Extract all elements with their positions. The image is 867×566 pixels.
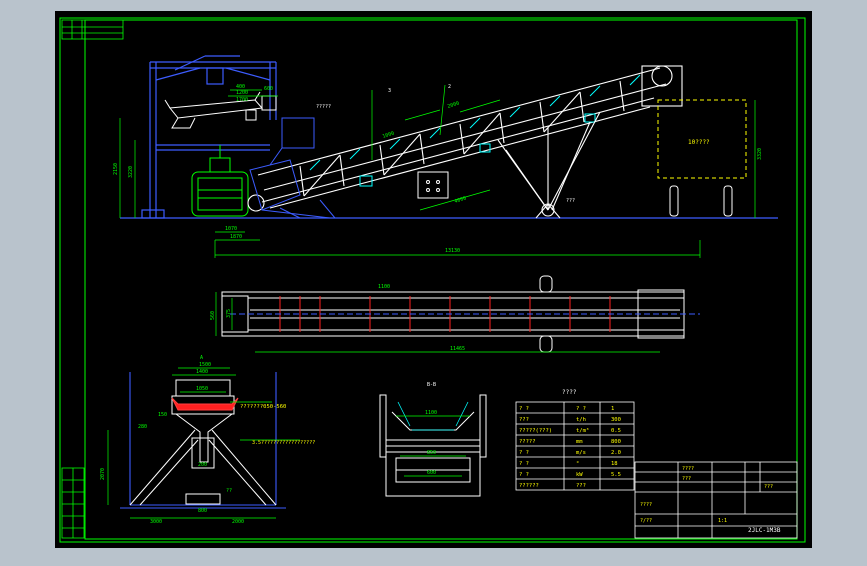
svg-text:1100: 1100 — [425, 410, 437, 416]
svg-text:1070: 1070 — [225, 226, 237, 232]
svg-text:1200: 1200 — [236, 90, 248, 96]
cad-viewport[interactable]: 10???? 13130 1870 1070 2150 3220 3320 12… — [0, 0, 867, 562]
spec-table-title: ???? — [562, 389, 577, 396]
svg-text:11465: 11465 — [450, 346, 465, 352]
svg-text:2: 2 — [448, 84, 451, 90]
drawing-sheet — [55, 11, 812, 548]
drawing-number: 2JLC-1M3B — [748, 527, 781, 534]
svg-text:400: 400 — [236, 84, 245, 90]
svg-text:1870: 1870 — [230, 234, 242, 240]
spec-table-cell: 0.5 — [611, 428, 621, 434]
svg-text:800: 800 — [198, 508, 207, 514]
svg-text:????: ???? — [640, 502, 652, 508]
spec-table-cell: ????? — [519, 439, 536, 445]
spec-table-cell: ??? — [576, 483, 586, 489]
svg-text:200: 200 — [198, 462, 207, 468]
svg-text:1400: 1400 — [196, 369, 208, 375]
svg-text:1:1: 1:1 — [718, 518, 727, 524]
conveyor-drawing: 10???? 13130 1870 1070 2150 3220 3320 12… — [55, 11, 812, 548]
box-note: 10???? — [688, 139, 710, 146]
spec-table-cell: ?????? — [519, 483, 539, 489]
svg-text:1700: 1700 — [236, 97, 248, 103]
svg-text:600: 600 — [427, 470, 436, 476]
spec-table-cell: kW — [576, 472, 583, 478]
svg-text:1500: 1500 — [199, 362, 211, 368]
svg-text:?????: ????? — [316, 104, 331, 110]
svg-text:2070: 2070 — [100, 468, 106, 480]
svg-text:A: A — [200, 355, 203, 361]
svg-text:375: 375 — [226, 309, 232, 318]
svg-text:2000: 2000 — [232, 519, 244, 525]
spec-table-cell: 800 — [611, 439, 621, 445]
svg-text:560: 560 — [210, 311, 216, 320]
svg-text:3000: 3000 — [150, 519, 162, 525]
svg-text:3: 3 — [388, 88, 391, 94]
spec-table-cell: m/s — [576, 450, 586, 456]
svg-text:1050: 1050 — [196, 386, 208, 392]
spec-table-cell: ? ? — [519, 450, 529, 456]
svg-text:????: ???? — [682, 466, 694, 472]
svg-text:150: 150 — [158, 412, 167, 418]
svg-text:600: 600 — [264, 86, 273, 92]
spec-table-cell: t/m³ — [576, 427, 589, 434]
spec-table-cell: 1 — [611, 406, 614, 412]
spec-table-cell: 18 — [611, 461, 618, 467]
svg-text:???: ??? — [764, 484, 773, 490]
spec-table-cell: mm — [576, 439, 583, 445]
svg-text:???: ??? — [682, 476, 691, 482]
svg-text:1100: 1100 — [378, 284, 390, 290]
svg-text:3320: 3320 — [757, 148, 763, 160]
svg-text:2150: 2150 — [113, 163, 119, 175]
spec-table-cell: ?????(???) — [519, 428, 552, 434]
svg-text:13130: 13130 — [445, 248, 460, 254]
spec-table-cell: ? ? — [519, 472, 529, 478]
spec-table-cell: ? ? — [519, 461, 529, 467]
spec-table-cell: ??? — [519, 417, 529, 423]
spec-table-cell: ? ? — [576, 406, 586, 412]
spec-table-cell: t/h — [576, 417, 586, 423]
spec-table-cell: 2.0 — [611, 450, 621, 456]
svg-text:?/??: ?/?? — [640, 518, 652, 524]
section-a-note-1: ???????050-560 — [240, 404, 286, 410]
spec-table-cell: ? ? — [519, 406, 529, 412]
svg-text:850: 850 — [427, 450, 436, 456]
svg-text:3220: 3220 — [128, 166, 134, 178]
svg-text:???: ??? — [566, 198, 575, 204]
spec-table-cell: 300 — [611, 417, 621, 423]
svg-text:280: 280 — [138, 424, 147, 430]
spec-table-cell: 5.5 — [611, 472, 621, 478]
section-a-note-2: 3.5?????????????????? — [252, 440, 315, 446]
svg-text:??: ?? — [226, 488, 232, 494]
section-b-title: B-B — [427, 382, 436, 388]
spec-table-cell: ° — [576, 461, 579, 467]
